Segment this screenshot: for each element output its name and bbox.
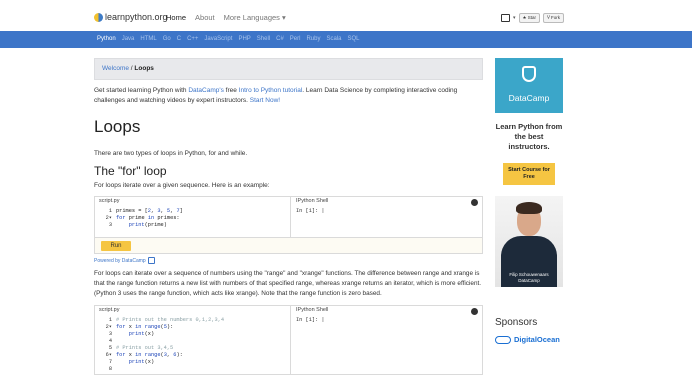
code-block[interactable]: 1 primes = [2, 3, 5, 7] 2▾ for prime in pri… [95,207,290,230]
language-link-html[interactable]: HTML [140,36,156,42]
language-link-java[interactable]: Java [122,36,135,42]
instructor-photo: Filip Schouwenaars DataCamp [495,196,563,287]
language-link-perl[interactable]: Perl [290,36,301,42]
script-tab[interactable]: script.py [95,197,290,207]
site-logo[interactable]: learnpython.org [94,12,168,22]
language-link-sql[interactable]: SQL [348,36,360,42]
language-link-python[interactable]: Python [97,36,116,42]
ipython-shell[interactable]: IPython Shell In [1]: | [292,197,482,237]
language-link-c[interactable]: C [177,36,181,42]
top-header: learnpython.org Home About More Language… [0,0,692,31]
language-flag-icon[interactable] [501,14,510,22]
code-line: 2▾ for x in range(5): [105,324,174,330]
nav-more-languages[interactable]: More Languages ▾ [224,13,286,22]
start-now-link[interactable]: Start Now! [250,97,280,104]
loops-intro-text: There are two types of loops in Python, … [94,150,248,157]
digitalocean-logo[interactable]: DigitalOcean [495,335,560,344]
language-link-cpp[interactable]: C++ [187,36,198,42]
code-line: 3 print(x) [108,331,155,337]
code-line: 7 print(x) [108,359,155,365]
ad-banner: DataCamp [495,58,563,113]
datacamp-icon [147,257,155,264]
chevron-down-icon[interactable]: ▾ [513,15,516,21]
intro-text-1: Get started learning Python with [94,87,189,94]
language-link-go[interactable]: Go [163,36,171,42]
script-editor[interactable]: script.py 1 # Prints out the numbers 0,1,… [95,306,291,374]
nav-more-languages-label: More Languages [223,13,280,22]
run-button[interactable]: Run [101,241,131,251]
script-editor[interactable]: script.py 1 primes = [2, 3, 5, 7] 2▾ for pr… [95,197,291,237]
datacamp-ad[interactable]: DataCamp Learn Python from the best inst… [495,58,563,287]
intro-paragraph: Get started learning Python with DataCam… [94,86,483,106]
for-loop-text: For loops iterate over a given sequence.… [94,182,270,189]
code-widget: script.py 1 # Prints out the numbers 0,1,… [94,305,483,375]
language-link-shell[interactable]: Shell [257,36,270,42]
breadcrumb-current: Loops [134,65,154,72]
sponsors-heading: Sponsors [495,317,538,328]
breadcrumb-home-link[interactable]: Welcome [102,65,129,72]
nav-home[interactable]: Home [166,13,186,22]
run-bar: Run [94,238,483,254]
code-line: 2▾ for prime in primes: [105,215,180,221]
shell-prompt[interactable]: In [1]: | [292,207,482,215]
top-nav: Home About More Languages ▾ [166,13,286,22]
language-link-ruby[interactable]: Ruby [306,36,320,42]
range-explanation-text: For loops can iterate over a sequence of… [94,270,482,297]
instructor-caption: Filip Schouwenaars DataCamp [495,272,563,284]
digitalocean-label: DigitalOcean [514,335,560,344]
for-loop-heading: The "for" loop [94,164,167,178]
language-bar: Python Java HTML Go C C++ JavaScript PHP Shell C#… [0,31,692,48]
intro-tutorial-link[interactable]: Intro to Python tutorial [239,87,303,94]
instructor-org: DataCamp [518,278,540,283]
nav-about[interactable]: About [195,13,215,22]
python-logo-icon [94,12,103,22]
main-content: Welcome / Loops Get started learning Pyt… [94,58,483,375]
language-link-php[interactable]: PHP [238,36,250,42]
cloud-icon [495,335,511,344]
github-fork-button[interactable]: Ⴤ Fork [543,13,564,23]
ad-headline: Learn Python from the best instructors. [495,122,563,151]
ipython-shell[interactable]: IPython Shell In [1]: | [292,306,482,374]
code-line: 4 [108,338,112,344]
code-line: 1 # Prints out the numbers 0,1,2,3,4 [108,317,225,323]
top-right-controls: ▾ ★ Star Ⴤ Fork [501,13,564,23]
script-tab[interactable]: script.py [95,306,290,316]
github-star-button[interactable]: ★ Star [518,13,541,23]
shell-prompt[interactable]: In [1]: | [292,316,482,324]
language-link-csharp[interactable]: C# [276,36,284,42]
code-line: 1 primes = [2, 3, 5, 7] [108,208,183,214]
datacamp-link[interactable]: DataCamp's [188,87,224,94]
github-icon[interactable] [471,199,478,206]
language-link-javascript[interactable]: JavaScript [204,36,232,42]
shell-tab[interactable]: IPython Shell [292,306,482,316]
github-icon[interactable] [471,308,478,315]
intro-text-2: free [223,87,239,94]
breadcrumb: Welcome / Loops [94,58,483,80]
language-link-scala[interactable]: Scala [326,36,341,42]
code-line: 8 [108,366,112,372]
shell-tab[interactable]: IPython Shell [292,197,482,207]
chevron-down-icon: ▾ [282,13,286,22]
datacamp-shield-icon [522,66,536,82]
ad-brand: DataCamp [508,93,550,103]
site-logo-text: learnpython.org [105,12,168,22]
page-title: Loops [94,117,141,136]
start-course-button[interactable]: Start Course for Free [503,163,555,185]
code-line: 5 # Prints out 3,4,5 [108,345,174,351]
code-widget: script.py 1 primes = [2, 3, 5, 7] 2▾ for pr… [94,196,483,238]
powered-by-text: Powered by DataCamp [94,257,146,264]
powered-by-datacamp[interactable]: Powered by DataCamp [94,257,483,264]
code-line: 3 print(prime) [108,222,167,228]
code-line: 6▾ for x in range(3, 6): [105,352,183,358]
language-list: Python Java HTML Go C C++ JavaScript PHP Shell C#… [97,36,360,42]
code-block[interactable]: 1 # Prints out the numbers 0,1,2,3,4 2▾ for… [95,316,290,374]
